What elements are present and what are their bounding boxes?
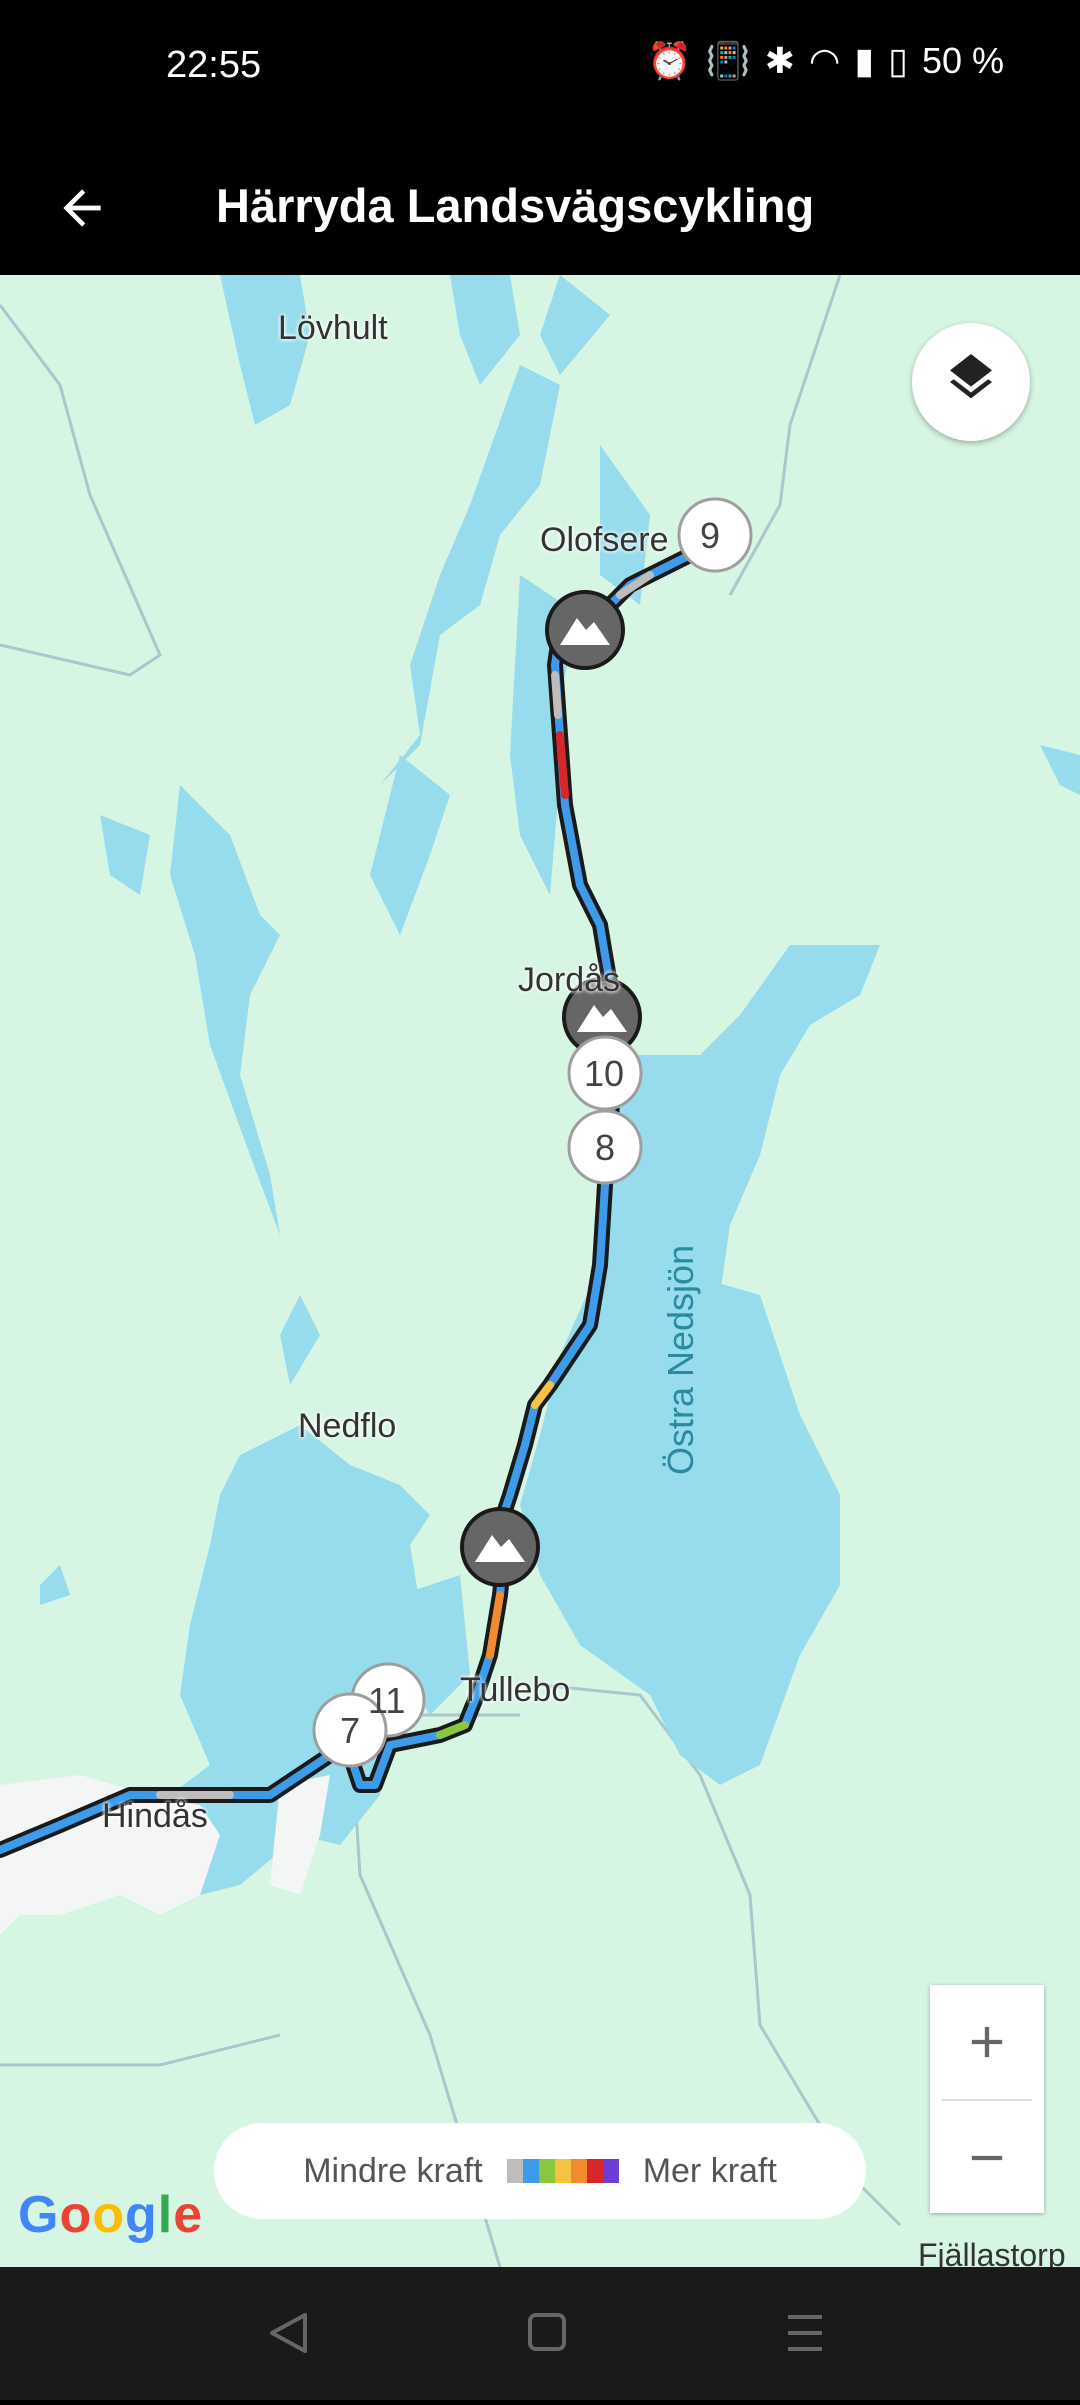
legend-less-label: Mindre kraft — [303, 2151, 483, 2190]
place-label-jordas: Jordås — [518, 961, 621, 999]
legend-swatch-0 — [506, 2159, 523, 2183]
legend-swatch-5 — [586, 2159, 603, 2183]
wifi-icon: ◠ — [808, 40, 841, 81]
google-logo: Google — [18, 2186, 204, 2244]
vibrate-icon: 📳 — [705, 40, 751, 81]
zoom-in-button[interactable] — [930, 1985, 1044, 2099]
climb-marker — [460, 1507, 540, 1587]
alarm-icon: ⏰ — [647, 40, 692, 81]
place-label-hindas: Hindås — [102, 1797, 208, 1835]
status-icons: ⏰ 📳 ✱ ◠ ▮ ▯ 50 % — [647, 40, 1004, 82]
place-label-lovhult: Lövhult — [278, 309, 388, 347]
power-legend: Mindre kraft Mer kraft — [214, 2123, 866, 2219]
plus-icon — [971, 2026, 1003, 2058]
legend-swatch-4 — [570, 2159, 587, 2183]
lake-label: Östra Nedsjön — [660, 1244, 701, 1475]
layers-button[interactable] — [912, 323, 1030, 441]
back-button[interactable] — [40, 166, 124, 250]
segment-marker-8[interactable]: 8 — [595, 1127, 615, 1169]
map-view[interactable]: Lövhult Olofsere Jordås Nedflo Tullebo H… — [0, 275, 1080, 2267]
place-label-olofsered: Olofsere — [540, 521, 669, 559]
legend-swatch-2 — [538, 2159, 555, 2183]
legend-swatch-6 — [602, 2159, 619, 2183]
app-bar: Härryda Landsvägscykling — [0, 140, 1080, 275]
system-nav-bar — [0, 2267, 1080, 2400]
place-label-fjallastorp: Fjällastorp — [918, 2237, 1066, 2267]
legend-more-label: Mer kraft — [642, 2151, 777, 2190]
battery-percent: 50 % — [921, 40, 1004, 81]
legend-color-scale — [506, 2159, 619, 2183]
legend-swatch-1 — [522, 2159, 539, 2183]
battery-icon: ▯ — [888, 40, 908, 81]
nav-home-icon[interactable] — [528, 2313, 566, 2351]
page-title: Härryda Landsvägscykling — [216, 179, 815, 232]
arrow-back-icon — [63, 189, 101, 227]
segment-marker-10[interactable]: 10 — [584, 1053, 624, 1095]
segment-marker-7[interactable]: 7 — [340, 1710, 360, 1752]
climb-marker — [545, 590, 625, 670]
layers-icon — [950, 354, 992, 399]
minus-icon — [971, 2155, 1003, 2161]
status-bar: 22:55 ⏰ 📳 ✱ ◠ ▮ ▯ 50 % — [0, 0, 1080, 140]
legend-swatch-3 — [554, 2159, 571, 2183]
segment-marker-11[interactable]: 11 — [368, 1680, 405, 1722]
zoom-controls — [930, 1985, 1044, 2213]
bluetooth-icon: ✱ — [764, 40, 795, 81]
nav-recent-icon[interactable] — [788, 2315, 822, 2351]
nav-back-icon[interactable] — [270, 2313, 307, 2353]
signal-icon: ▮ — [854, 40, 875, 81]
place-label-tullebo: Tullebo — [460, 1671, 571, 1709]
place-label-nedflo: Nedflo — [298, 1407, 397, 1445]
map-canvas — [0, 275, 1080, 2267]
segment-marker-9[interactable]: 9 — [700, 515, 720, 557]
zoom-out-button[interactable] — [930, 2101, 1044, 2215]
status-time: 22:55 — [166, 44, 262, 86]
